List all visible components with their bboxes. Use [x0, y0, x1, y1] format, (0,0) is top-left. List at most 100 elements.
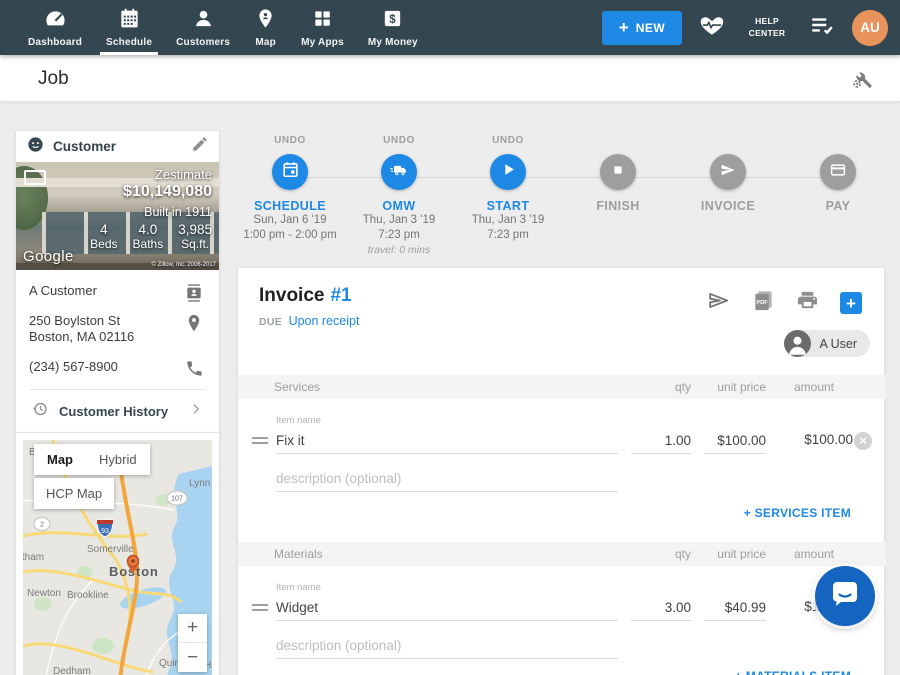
- undo-button[interactable]: UNDO: [230, 135, 350, 147]
- customer-phone-row[interactable]: (234) 567-8900: [29, 359, 206, 375]
- map-type-hybrid-button[interactable]: Hybrid: [86, 444, 150, 475]
- amount-column-header: amount: [794, 380, 834, 394]
- google-logo: Google: [23, 248, 74, 265]
- schedule-step-button[interactable]: [272, 154, 308, 190]
- send-invoice-icon[interactable]: [706, 288, 731, 318]
- travel-time-note: travel: 0 mins: [339, 243, 459, 257]
- streetview-frame-icon: [24, 170, 46, 185]
- user-avatar[interactable]: AU: [852, 10, 888, 46]
- route-107-badge: 107: [167, 491, 187, 505]
- material-item-name-input[interactable]: [276, 595, 618, 621]
- job-settings-wrench-gear-icon[interactable]: [850, 67, 874, 96]
- property-photo[interactable]: Zestimate $10,149,080 Built in 1911 4Bed…: [16, 162, 219, 270]
- finish-step-button[interactable]: [600, 154, 636, 190]
- help-center-link[interactable]: HELP CENTER: [742, 16, 792, 38]
- chat-support-button[interactable]: [815, 566, 875, 626]
- service-qty-input[interactable]: [631, 428, 691, 454]
- service-item-name-input[interactable]: [276, 428, 618, 454]
- invoice-card: Invoice#1 DUE Upon receipt PDF + A User …: [237, 267, 885, 675]
- route-2-badge: 2: [34, 518, 50, 531]
- undo-button[interactable]: UNDO: [448, 135, 568, 147]
- timeline-step-finish: FINISH: [558, 135, 678, 213]
- svg-text:2: 2: [40, 522, 44, 529]
- timeline-step-schedule: UNDO SCHEDULE Sun, Jan 6 '19 1:00 pm - 2…: [230, 135, 350, 243]
- property-stats: 4Beds 4.0Baths 3,985Sq.ft.: [90, 222, 212, 252]
- heart-pulse-icon[interactable]: [699, 12, 725, 43]
- built-year: Built in 1911: [144, 205, 212, 219]
- edit-pencil-icon[interactable]: [191, 135, 209, 158]
- invoice-toolbar: PDF +: [706, 288, 862, 318]
- invoice-step-button[interactable]: [710, 154, 746, 190]
- map-label-newton: Newton: [27, 588, 61, 599]
- service-amount: $100.00: [804, 432, 853, 447]
- customer-address-row[interactable]: 250 Boylston St Boston, MA 02116: [29, 313, 206, 345]
- material-unit-price-input[interactable]: [704, 595, 766, 621]
- print-icon[interactable]: [796, 289, 819, 317]
- zoom-out-button[interactable]: −: [178, 643, 207, 672]
- add-materials-item-link[interactable]: + MATERIALS ITEM: [735, 669, 851, 675]
- material-qty-input[interactable]: [631, 595, 691, 621]
- dashboard-gauge-icon: [44, 7, 67, 35]
- map-type-map-button[interactable]: Map: [34, 444, 86, 475]
- drag-handle-icon[interactable]: [252, 437, 268, 447]
- nav-right: + NEW HELP CENTER AU: [602, 0, 888, 55]
- credit-card-icon: [829, 161, 847, 184]
- zillow-attribution: © Zillow, Inc. 2006-2017: [152, 262, 216, 268]
- new-button[interactable]: + NEW: [602, 11, 682, 45]
- customer-face-icon: [26, 135, 45, 159]
- stop-icon: [610, 162, 626, 183]
- item-name-label: Item name: [276, 582, 321, 593]
- customer-name-row[interactable]: A Customer: [29, 283, 206, 299]
- map-label-dedham: Dedham: [53, 666, 91, 675]
- item-name-label: Item name: [276, 415, 321, 426]
- nav-item-my-money[interactable]: $ My Money: [356, 0, 430, 55]
- nav-item-map[interactable]: Map: [242, 0, 289, 55]
- send-icon: [719, 161, 737, 184]
- nav-item-dashboard[interactable]: Dashboard: [16, 0, 94, 55]
- zestimate-label: Zestimate: [155, 167, 212, 182]
- history-clock-icon: [31, 400, 49, 423]
- list-check-icon[interactable]: [809, 12, 835, 43]
- truck-icon: [389, 160, 409, 185]
- nav-label: Customers: [176, 37, 230, 48]
- map-canvas[interactable]: Burlington Lynn Somerville Boston Waltha…: [23, 440, 212, 675]
- svg-text:$: $: [390, 14, 397, 26]
- nav-label: Map: [255, 37, 276, 48]
- hcp-map-button[interactable]: HCP Map: [34, 478, 114, 509]
- apps-grid-icon: [311, 7, 334, 35]
- map-card: Burlington Lynn Somerville Boston Waltha…: [15, 432, 220, 675]
- customer-card-title: Customer: [53, 139, 183, 154]
- undo-button[interactable]: UNDO: [339, 135, 459, 147]
- omw-step-button[interactable]: [381, 154, 417, 190]
- delete-item-button[interactable]: ×: [854, 432, 872, 450]
- services-section: Services qty unit price amount Item name…: [238, 375, 886, 543]
- svg-text:PDF: PDF: [756, 300, 768, 306]
- schedule-calendar-icon: [118, 7, 141, 35]
- zestimate-value: $10,149,080: [123, 183, 212, 201]
- add-services-item-link[interactable]: + SERVICES ITEM: [744, 506, 851, 520]
- assigned-user-chip[interactable]: A User: [784, 330, 870, 357]
- zoom-in-button[interactable]: +: [178, 614, 207, 643]
- service-description-input[interactable]: [276, 466, 618, 492]
- pdf-icon[interactable]: PDF: [752, 289, 775, 317]
- nav-item-schedule[interactable]: Schedule: [94, 0, 164, 55]
- due-terms-link[interactable]: Upon receipt: [289, 314, 360, 328]
- material-description-input[interactable]: [276, 633, 618, 659]
- map-label-lynn: Lynn: [189, 478, 210, 489]
- calendar-icon: [281, 160, 300, 184]
- pay-step-button[interactable]: [820, 154, 856, 190]
- services-header-bar: Services qty unit price amount: [238, 375, 886, 399]
- drag-handle-icon[interactable]: [252, 604, 268, 614]
- plus-icon: +: [619, 19, 629, 36]
- customer-details: A Customer 250 Boylston St Boston, MA 02…: [16, 270, 219, 435]
- service-unit-price-input[interactable]: [704, 428, 766, 454]
- nav-item-my-apps[interactable]: My Apps: [289, 0, 356, 55]
- svg-text:93: 93: [101, 528, 109, 535]
- contact-card-icon: [184, 283, 204, 307]
- add-invoice-item-button[interactable]: +: [840, 292, 862, 314]
- map-label-waltham: Waltham: [23, 552, 44, 563]
- start-step-button[interactable]: [490, 154, 526, 190]
- customer-history-link[interactable]: Customer History: [29, 389, 206, 435]
- nav-item-customers[interactable]: Customers: [164, 0, 242, 55]
- page-header: Job: [0, 55, 900, 102]
